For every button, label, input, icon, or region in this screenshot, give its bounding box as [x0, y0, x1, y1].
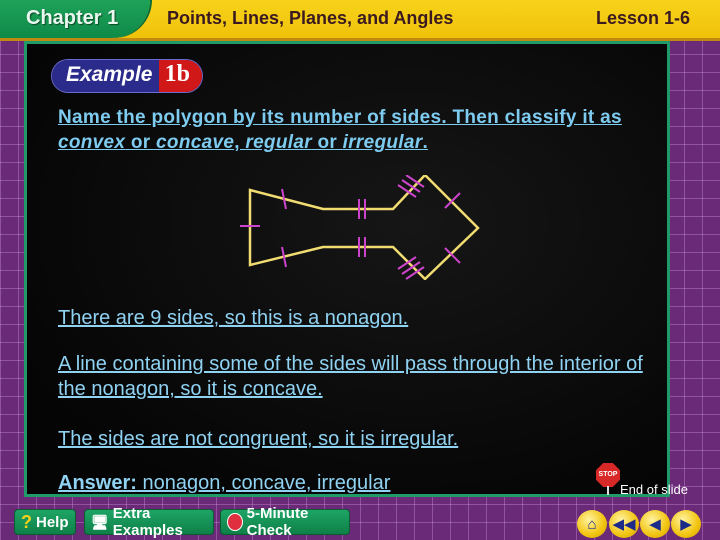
nonagon-figure: [240, 175, 480, 280]
end-of-slide-label: End of slide: [620, 482, 688, 497]
help-button[interactable]: ? Help: [14, 509, 76, 535]
lesson-title: Points, Lines, Planes, and Angles: [167, 8, 454, 28]
explanation-sides: There are 9 sides, so this is a nonagon.: [58, 307, 409, 329]
chapter-label: Chapter 1: [26, 7, 119, 29]
example-word: Example: [52, 60, 159, 92]
next-icon: ▶: [680, 516, 692, 533]
previous-icon: ◀: [649, 516, 661, 533]
example-number: 1b: [158, 60, 202, 92]
congruence-ticks: [240, 175, 461, 280]
computer-icon: 🖥: [91, 513, 109, 530]
question-mark-icon: ?: [21, 511, 32, 532]
home-button[interactable]: ⌂: [577, 510, 607, 538]
nonagon-outline: [248, 175, 480, 280]
question-prompt: Name the polygon by its number of sides.…: [58, 107, 622, 153]
next-button[interactable]: ▶: [671, 510, 701, 538]
example-badge: Example 1b: [52, 60, 202, 92]
answer-line: Answer: nonagon, concave, irregular: [58, 472, 391, 494]
chapter-tab: Chapter 1: [0, 0, 150, 38]
header-bar: Chapter 1 Points, Lines, Planes, and Ang…: [0, 0, 720, 41]
explanation-concave: A line containing some of the sides will…: [58, 353, 643, 400]
previous-button[interactable]: ◀: [640, 510, 670, 538]
stop-pole: [607, 486, 609, 495]
rewind-icon: ◀◀: [612, 516, 636, 533]
extra-examples-button[interactable]: 🖥 Extra Examples: [84, 505, 214, 539]
explanation-irregular: The sides are not congruent, so it is ir…: [58, 428, 459, 450]
home-icon: ⌂: [587, 515, 597, 533]
lesson-number: Lesson 1-6: [596, 8, 691, 28]
back-to-start-button[interactable]: ◀◀: [609, 510, 639, 538]
five-minute-check-button[interactable]: 5-Minute Check: [220, 505, 350, 539]
timer-icon: [227, 513, 243, 531]
